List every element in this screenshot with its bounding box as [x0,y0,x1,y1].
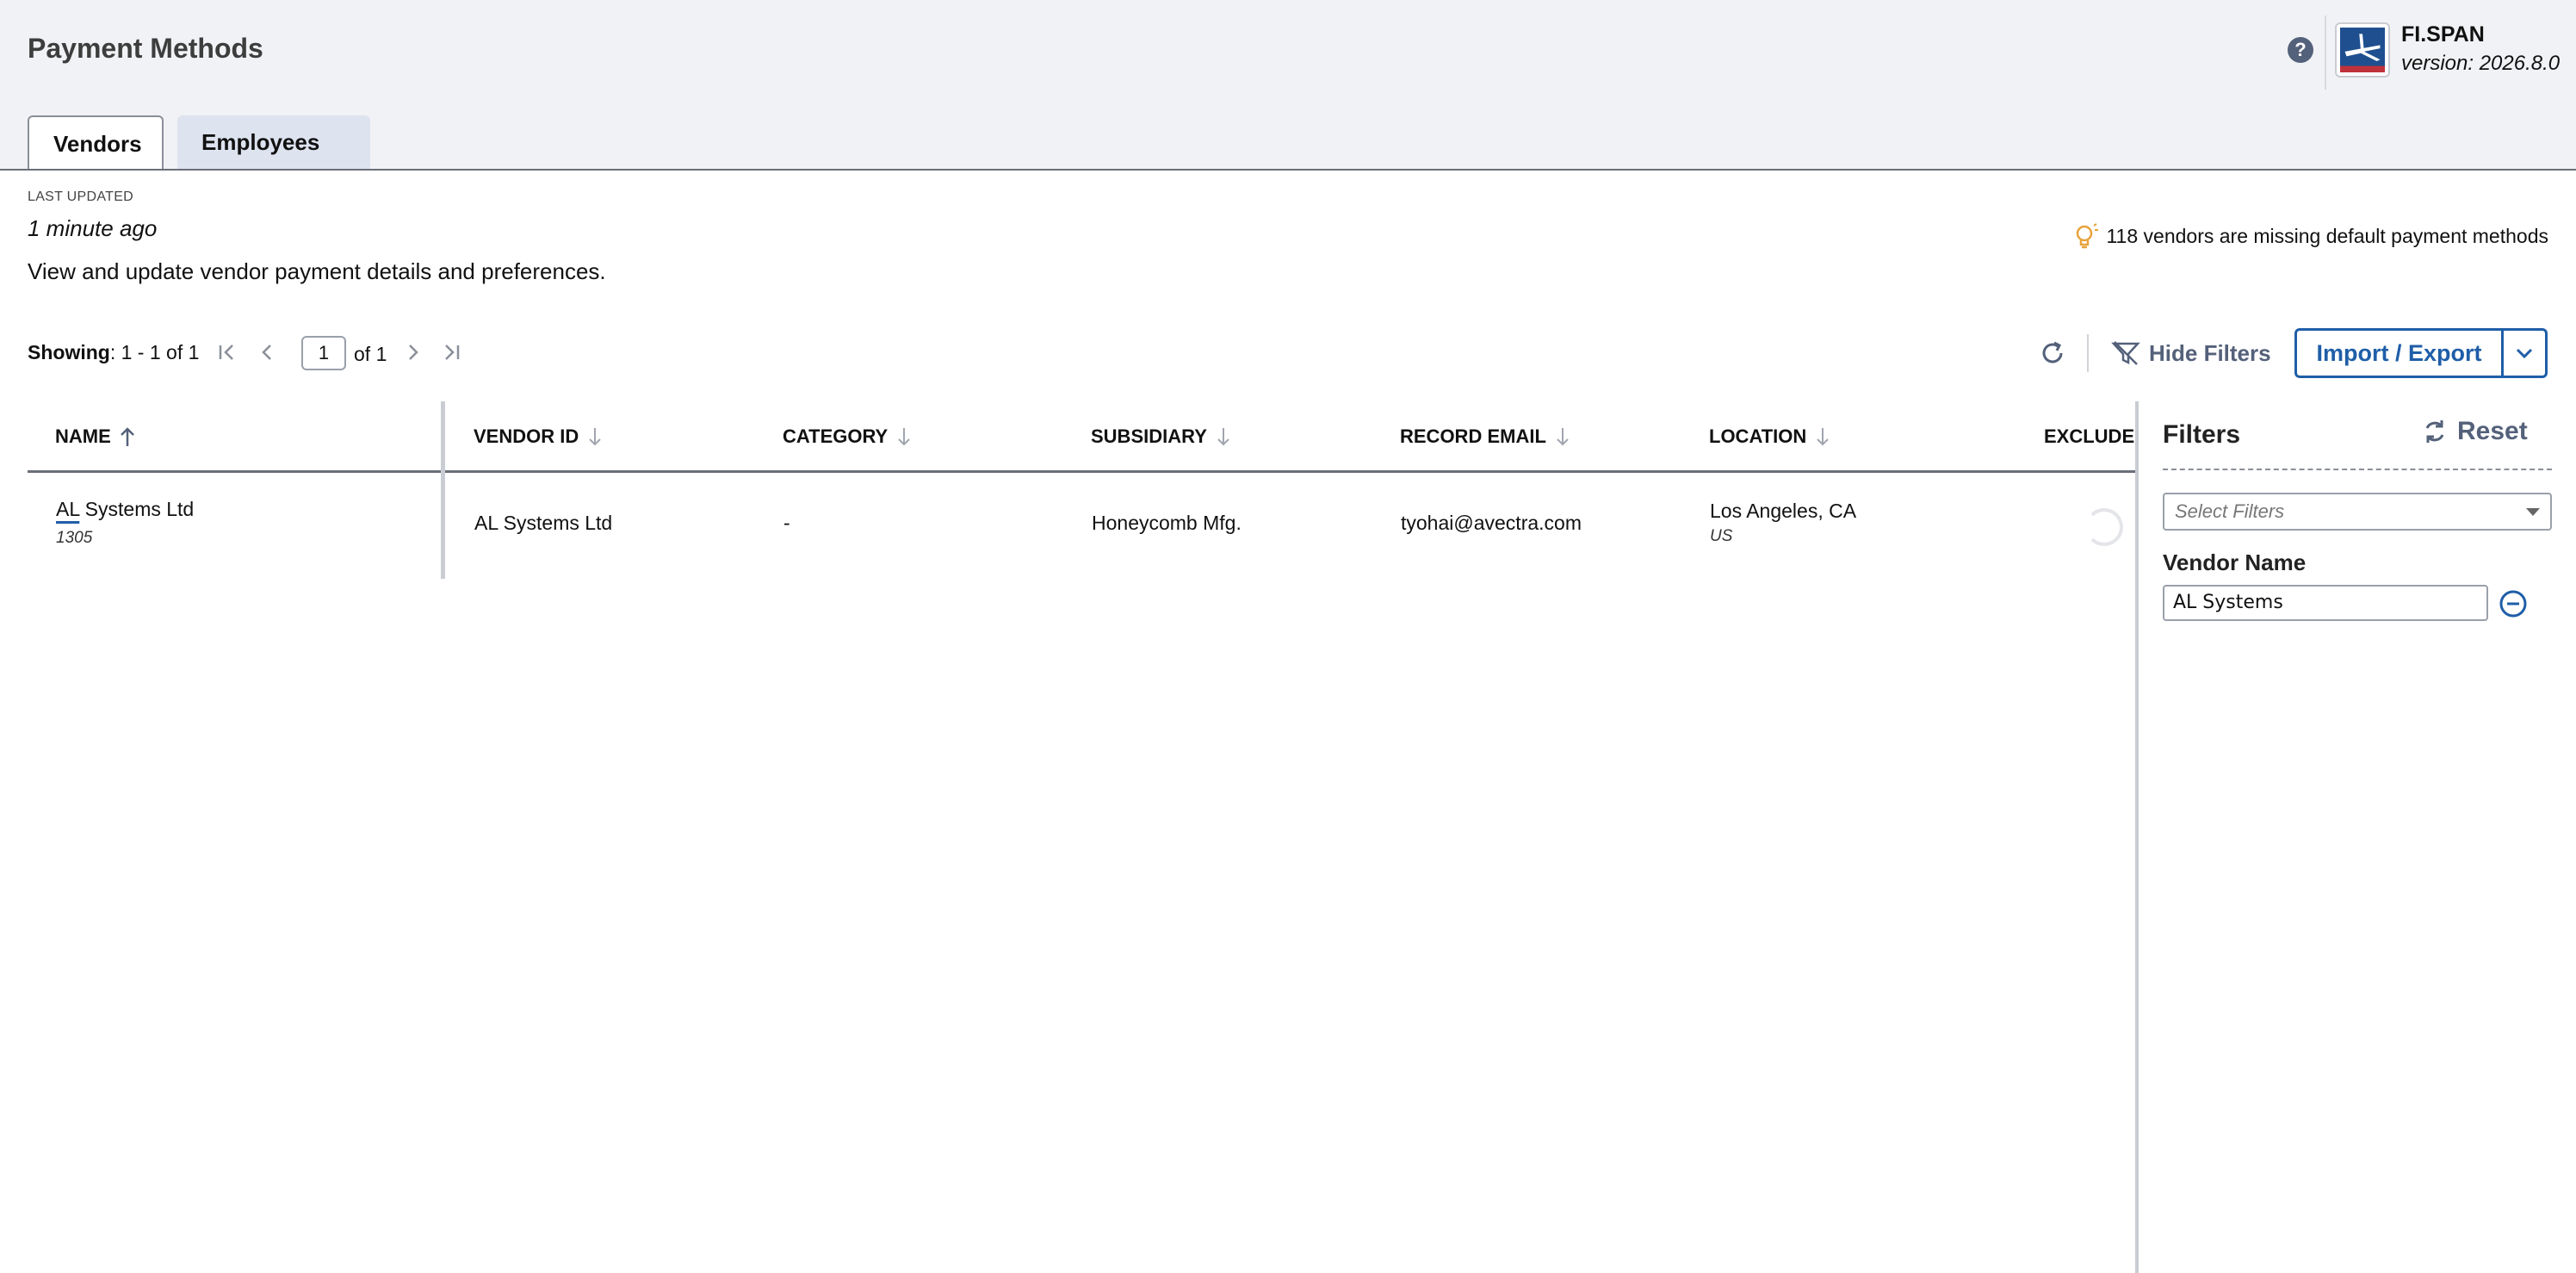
vendor-name-filter-input[interactable]: AL Systems [2163,585,2488,621]
next-page-icon[interactable] [401,339,425,365]
column-header-vendor-id[interactable]: VENDOR ID [474,425,604,448]
import-export-button-group: Import / Export [2294,328,2548,378]
tab-underline [0,169,2576,171]
lightbulb-icon [2077,223,2099,249]
showing-count: Showing: 1 - 1 of 1 [28,341,199,364]
brand-divider [2325,16,2326,90]
vendor-number: 1305 [56,529,93,547]
page-header: Payment Methods ? FI.SPAN version: 2026.… [0,0,2576,171]
refresh-icon[interactable] [2039,339,2066,367]
import-export-button[interactable]: Import / Export [2297,331,2504,376]
select-filters-dropdown[interactable]: Select Filters [2163,493,2552,531]
vendor-name-filter-label: Vendor Name [2163,550,2307,575]
reset-icon [2425,420,2444,443]
last-updated-value: 1 minute ago [28,215,158,241]
reset-filters-button[interactable]: Reset [2421,417,2528,446]
column-header-location[interactable]: LOCATION [1709,425,1832,448]
sort-ascending-icon [120,427,134,446]
name-match-highlight: AL [56,498,80,520]
page-title: Payment Methods [28,33,263,64]
loading-spinner-icon [2085,508,2123,546]
column-header-name[interactable]: NAME [55,425,137,448]
sort-down-icon [1217,428,1229,446]
sort-down-icon [589,428,601,446]
app-version: version: 2026.8.0 [2401,52,2561,75]
help-icon[interactable]: ? [2288,37,2313,63]
filters-divider [2163,469,2552,470]
missing-methods-text: 118 vendors are missing default payment … [2106,224,2548,247]
cell-vendor-id: AL Systems Ltd [474,512,613,534]
toolbar-divider [2087,334,2089,372]
cell-location-country: US [1710,527,1733,545]
hide-filters-label: Hide Filters [2149,339,2271,366]
cell-subsidiary: Honeycomb Mfg. [1092,512,1242,534]
column-header-category[interactable]: CATEGORY [783,425,913,448]
column-header-subsidiary[interactable]: SUBSIDIARY [1091,425,1233,448]
sort-down-icon [1557,428,1569,446]
frozen-column-divider[interactable] [441,401,445,579]
brand-name: FI.SPAN [2401,22,2485,47]
page-total: of 1 [354,343,387,365]
filters-panel: Filters Reset Select Filters Vendor Name… [2135,401,2576,1273]
cell-record-email: tyohai@avectra.com [1401,512,1582,534]
page-number-input[interactable]: 1 [301,336,346,370]
tab-vendors[interactable]: Vendors [28,115,164,171]
page-description: View and update vendor payment details a… [28,258,606,284]
caret-down-icon [2526,508,2540,516]
select-filters-placeholder: Select Filters [2175,500,2285,522]
last-page-icon[interactable] [439,339,463,365]
table-header-divider [28,470,2135,473]
filters-title: Filters [2163,420,2241,449]
tab-employees[interactable]: Employees [177,115,370,169]
showing-label: Showing [28,341,110,363]
cell-location: Los Angeles, CA [1710,500,1857,522]
missing-methods-notice[interactable]: 118 vendors are missing default payment … [2073,222,2548,250]
vendor-name-link[interactable]: AL Systems Ltd [56,498,194,521]
cell-category: - [783,512,790,534]
brand-logo [2335,22,2390,78]
sort-down-icon [898,428,910,446]
chevron-down-icon [2516,348,2533,359]
reset-label: Reset [2457,417,2528,445]
prev-page-icon[interactable] [255,339,279,365]
name-rest: Systems Ltd [79,498,195,520]
column-header-exclude[interactable]: EXCLUDE [2044,425,2134,448]
first-page-icon[interactable] [215,339,239,365]
sort-down-icon [1817,428,1829,446]
remove-filter-icon[interactable] [2499,589,2528,618]
column-header-record-email[interactable]: RECORD EMAIL [1400,425,1572,448]
showing-range: : 1 - 1 of 1 [109,341,200,363]
hide-filters-button[interactable]: Hide Filters [2111,338,2271,369]
import-export-dropdown[interactable] [2504,331,2545,376]
fispan-logo-icon [2340,28,2385,72]
last-updated-label: LAST UPDATED [28,189,134,204]
filter-off-icon [2111,341,2140,365]
